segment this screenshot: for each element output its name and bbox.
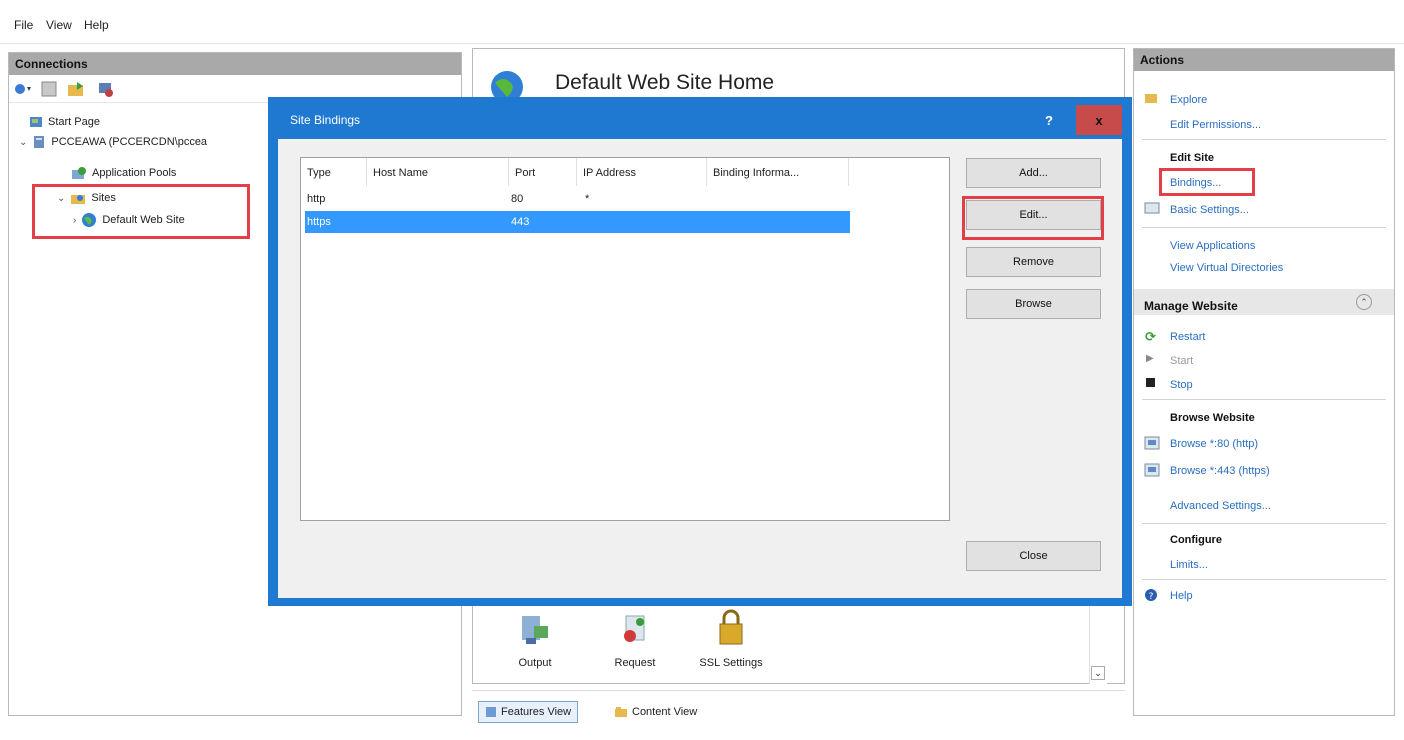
help-icon: ? <box>1145 589 1157 602</box>
feature-output[interactable]: Output <box>505 612 565 669</box>
feature-request[interactable]: Request <box>600 612 670 669</box>
dialog-title: Site Bindings <box>290 113 361 127</box>
row-type: https <box>307 216 331 228</box>
features-view-icon <box>486 707 496 717</box>
browse-button[interactable]: Browse <box>966 289 1101 319</box>
view-switcher: Features View Content View <box>472 690 1125 732</box>
request-icon <box>624 615 645 642</box>
output-label: Output <box>518 657 552 669</box>
column-ip-address[interactable]: IP Address <box>577 158 707 186</box>
column-host-name[interactable]: Host Name <box>367 158 509 186</box>
start-page-label: Start Page <box>48 116 100 128</box>
menu-file[interactable]: File <box>14 18 33 32</box>
table-row-selected[interactable]: https 443 <box>305 211 850 233</box>
scroll-down-icon[interactable]: ⌄ <box>1091 666 1105 680</box>
start-page-icon <box>30 117 42 127</box>
view-virtual-directories-link[interactable]: View Virtual Directories <box>1170 262 1283 274</box>
svg-text:?: ? <box>1149 592 1154 602</box>
manage-website-heading: Manage Website <box>1144 299 1238 313</box>
request-label: Request <box>614 657 656 669</box>
advanced-settings-link[interactable]: Advanced Settings... <box>1170 500 1271 512</box>
divider <box>1142 139 1386 140</box>
explore-link[interactable]: Explore <box>1170 94 1207 106</box>
ssl-settings-label: SSL Settings <box>699 657 763 669</box>
start-link[interactable]: Start <box>1170 355 1193 367</box>
content-view-tab[interactable]: Content View <box>610 701 701 723</box>
actions-header: Actions <box>1134 49 1394 71</box>
configure-heading: Configure <box>1170 534 1222 546</box>
content-view-label: Content View <box>632 706 698 718</box>
app-pools-label: Application Pools <box>92 167 177 179</box>
actions-pane: Actions Explore Edit Permissions... Edit… <box>1133 48 1395 716</box>
basic-settings-link[interactable]: Basic Settings... <box>1170 204 1249 216</box>
tree-start-page[interactable]: Start Page <box>29 115 100 129</box>
page-title: Default Web Site Home <box>555 71 775 94</box>
bindings-list[interactable]: Type Host Name Port IP Address Binding I… <box>300 157 950 521</box>
feature-ssl-settings[interactable]: SSL Settings <box>686 608 776 669</box>
restart-link[interactable]: Restart <box>1170 331 1205 343</box>
connect-icon[interactable] <box>13 81 35 97</box>
menu-view[interactable]: View <box>46 18 72 32</box>
stop-link[interactable]: Stop <box>1170 379 1193 391</box>
app-pools-icon <box>72 167 86 179</box>
network-icon[interactable] <box>97 80 115 98</box>
column-port[interactable]: Port <box>509 158 577 186</box>
scrollbar[interactable]: ⌄ <box>1089 600 1107 684</box>
site-bindings-dialog: Site Bindings ? x Type Host Name Port IP… <box>268 97 1132 606</box>
highlight-sites-box <box>32 184 250 239</box>
server-icon <box>34 136 45 148</box>
menu-bar: File View Help <box>0 0 1404 44</box>
close-icon[interactable]: x <box>1076 105 1122 135</box>
browse-http-icon <box>1144 436 1160 450</box>
explore-icon <box>1145 94 1157 103</box>
row-port: 443 <box>511 216 530 228</box>
connections-header: Connections <box>9 53 461 75</box>
add-button[interactable]: Add... <box>966 158 1101 188</box>
remove-button[interactable]: Remove <box>966 247 1101 277</box>
collapse-icon[interactable]: ⌃ <box>1356 294 1372 310</box>
row-ip: * <box>585 193 590 205</box>
row-type: http <box>307 193 326 205</box>
output-icon <box>522 616 548 644</box>
chevron-down-icon[interactable]: ⌄ <box>19 137 27 148</box>
view-applications-link[interactable]: View Applications <box>1170 240 1255 252</box>
features-view-label: Features View <box>501 706 572 718</box>
restart-icon: ⟳ <box>1145 329 1156 344</box>
help-link[interactable]: Help <box>1170 590 1193 602</box>
table-row[interactable]: http 80 * <box>305 190 850 208</box>
save-icon[interactable] <box>41 81 57 97</box>
browse-443-link[interactable]: Browse *:443 (https) <box>1170 465 1270 477</box>
start-icon: ▶ <box>1146 353 1154 364</box>
tree-server[interactable]: ⌄ PCCEAWA (PCCERCDN\pccea <box>19 135 207 149</box>
menu-help[interactable]: Help <box>84 18 109 32</box>
row-port: 80 <box>511 193 524 205</box>
edit-permissions-link[interactable]: Edit Permissions... <box>1170 119 1261 131</box>
stop-icon <box>1146 378 1155 387</box>
basic-settings-icon <box>1144 202 1160 214</box>
help-button[interactable]: ? <box>1028 105 1070 135</box>
content-view-icon <box>615 707 627 717</box>
divider <box>1142 227 1386 228</box>
highlight-bindings-box <box>1159 168 1255 196</box>
tree-app-pools[interactable]: Application Pools <box>71 166 176 180</box>
column-type[interactable]: Type <box>301 158 367 186</box>
close-button[interactable]: Close <box>966 541 1101 571</box>
edit-site-heading: Edit Site <box>1170 152 1215 164</box>
lock-icon <box>719 609 743 645</box>
divider <box>1142 523 1386 524</box>
browse-website-heading: Browse Website <box>1170 412 1255 424</box>
folder-icon[interactable] <box>67 80 85 98</box>
highlight-edit-box <box>962 196 1104 240</box>
divider <box>1142 399 1386 400</box>
features-view-tab[interactable]: Features View <box>478 701 579 723</box>
divider <box>1142 579 1386 580</box>
server-label: PCCEAWA (PCCERCDN\pccea <box>51 136 208 148</box>
limits-link[interactable]: Limits... <box>1170 559 1208 571</box>
browse-80-link[interactable]: Browse *:80 (http) <box>1170 438 1258 450</box>
browse-https-icon <box>1144 463 1160 477</box>
column-binding-information[interactable]: Binding Informa... <box>707 158 849 186</box>
